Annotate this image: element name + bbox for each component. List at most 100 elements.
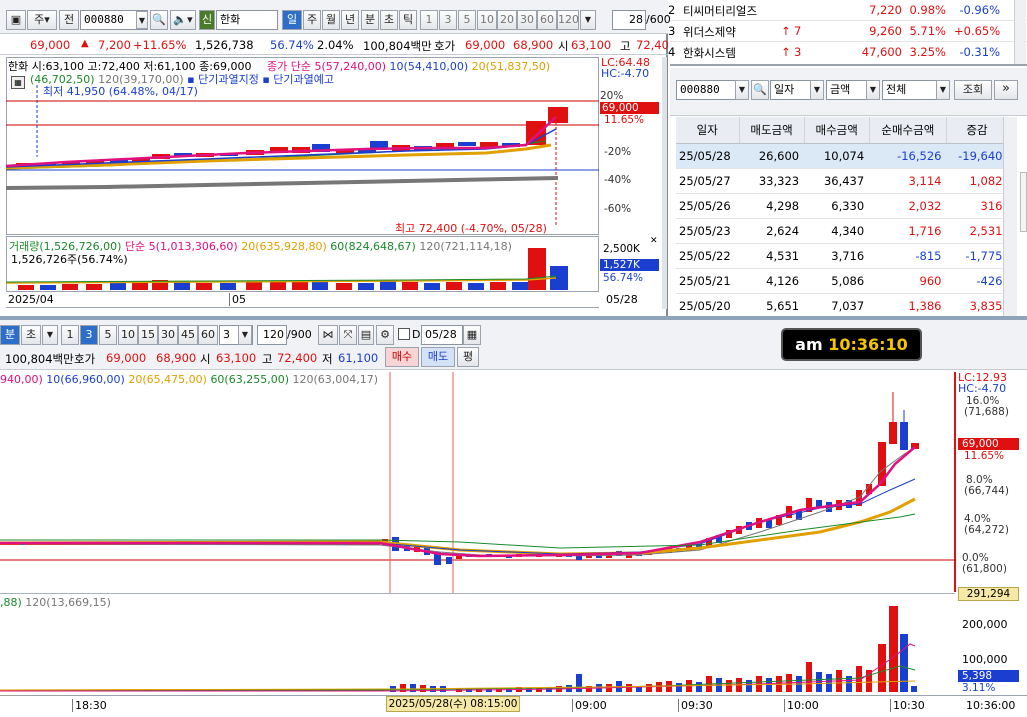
indicator-icon[interactable]: ⋈ xyxy=(318,325,338,345)
rank-scrollbar[interactable] xyxy=(1014,0,1026,64)
investor-scrollbar[interactable] xyxy=(1003,117,1017,316)
bid-price: 68,900 xyxy=(513,38,554,52)
interval-tick[interactable]: 틱 xyxy=(399,10,417,30)
daily-scrollbar[interactable] xyxy=(662,57,667,309)
crosshair-icon[interactable]: ⤧ xyxy=(339,325,357,345)
vol-tick-100k: 100,000 xyxy=(962,653,1008,666)
interval-second[interactable]: 초 xyxy=(380,10,398,30)
daily-vol-tick: 2,500K xyxy=(603,243,640,255)
low-label: 저 xyxy=(322,352,333,366)
period-tab-week[interactable]: 주▾ xyxy=(27,10,57,30)
intraday-lc-hc: LC:12.93 HC:-4.70 xyxy=(958,371,1008,395)
minute-20[interactable]: 20 xyxy=(497,10,517,30)
quote-label: 호가 xyxy=(74,352,96,366)
daily-price-chart xyxy=(6,85,599,227)
table-row[interactable]: 25/05/28 26,600 10,074 -16,526 -19,640 xyxy=(676,143,1008,169)
count-input[interactable]: 120 xyxy=(257,325,287,345)
close-panel-icon[interactable]: ✕ xyxy=(650,237,659,246)
interval-week[interactable]: 주 xyxy=(303,10,321,30)
vol-right-tag: 291,294 xyxy=(958,587,1019,601)
investor-panel: 000880 ▼ 🔍 일자 ▼ 금액 ▼ 전체 ▼ 조회 » 일자 매도금액 매… xyxy=(670,68,1027,319)
minute-1[interactable]: 1 xyxy=(420,10,438,30)
count-total: /900 xyxy=(287,328,312,341)
minute-120[interactable]: 120 xyxy=(557,10,579,30)
volume-ratio: 56.74% xyxy=(270,38,314,52)
interval-dropdown-icon[interactable]: ▼ xyxy=(238,325,252,345)
daily-chart-window: ▣ 주▾ 전 000880 ▼ 🔍 🔈▾ 신 한화 일 주 월 년 분 초 틱 … xyxy=(0,0,671,316)
intraday-right-border xyxy=(954,372,956,592)
minute-10[interactable]: 10 xyxy=(118,325,138,345)
rank-row[interactable]: 3 위더스제약 ↑ 7 9,260 5.71% +0.65% xyxy=(668,21,1027,42)
count-input[interactable]: 28 xyxy=(612,10,646,30)
open-label: 시 xyxy=(558,39,569,53)
interval-select[interactable]: ▼ xyxy=(580,10,596,30)
prev-button[interactable]: 전 xyxy=(59,10,79,30)
buy-button[interactable]: 매수 xyxy=(385,347,419,367)
minute-3[interactable]: 3 xyxy=(439,10,457,30)
table-row[interactable]: 25/05/22 4,531 3,716 -815 -1,775 xyxy=(676,243,1008,269)
intraday-volume-chart xyxy=(0,606,917,692)
high-label: 고 xyxy=(620,39,631,53)
interval-month[interactable]: 월 xyxy=(322,10,340,30)
minute-30[interactable]: 30 xyxy=(158,325,178,345)
search-icon[interactable]: 🔍 xyxy=(751,80,769,100)
minute-10[interactable]: 10 xyxy=(477,10,497,30)
intraday-vol-tag: 5,398 xyxy=(958,670,1019,682)
trade-value: 100,804백만 xyxy=(5,352,74,366)
investor-code-input[interactable]: 000880 xyxy=(676,80,740,100)
table-row[interactable]: 25/05/20 5,651 7,037 1,386 3,835 xyxy=(676,293,1008,319)
search-icon[interactable]: 🔍 xyxy=(150,10,168,30)
minute-15[interactable]: 15 xyxy=(138,325,158,345)
minute-30[interactable]: 30 xyxy=(517,10,537,30)
table-row[interactable]: 25/05/26 4,298 6,330 2,032 316 xyxy=(676,193,1008,219)
unit-dropdown-icon[interactable]: ▼ xyxy=(866,80,880,100)
code-dropdown-icon[interactable]: ▼ xyxy=(136,11,148,29)
window-menu-button[interactable]: ▣ xyxy=(6,10,26,30)
minute-1[interactable]: 1 xyxy=(61,325,79,345)
expand-icon[interactable]: » xyxy=(994,80,1018,100)
minute-60[interactable]: 60 xyxy=(537,10,557,30)
daily-vol-tag: 1,527K xyxy=(600,259,659,271)
interval-minute[interactable]: 분 xyxy=(361,10,379,30)
interval-day[interactable]: 일 xyxy=(282,10,302,30)
minute-3[interactable]: 3 xyxy=(80,325,98,345)
ask-price: 69,000 xyxy=(106,351,147,365)
daily-x-end: 05/28 xyxy=(606,293,638,306)
interval-year[interactable]: 년 xyxy=(341,10,359,30)
calendar-icon[interactable]: ▦ xyxy=(463,325,481,345)
tab-second[interactable]: 초 xyxy=(21,325,41,345)
date-input[interactable]: 05/28 xyxy=(421,325,463,345)
minute-5[interactable]: 5 xyxy=(458,10,476,30)
interval-select[interactable]: ▼ xyxy=(42,325,58,345)
d-checkbox[interactable] xyxy=(398,328,410,340)
daily-vol-pct: 56.74% xyxy=(603,272,644,284)
minute-5[interactable]: 5 xyxy=(99,325,117,345)
gear-icon[interactable]: ⚙ xyxy=(376,325,394,345)
tab-minute[interactable]: 분 xyxy=(0,325,20,345)
rank-row[interactable]: 4 한화시스템 ↑ 3 47,600 3.25% -0.31% xyxy=(668,42,1027,63)
current-price: 69,000 xyxy=(30,38,71,52)
save-icon[interactable]: ▤ xyxy=(358,325,374,345)
investor-code-dropdown-icon[interactable]: ▼ xyxy=(735,80,749,100)
table-row[interactable]: 25/05/27 33,323 36,437 3,114 1,082 xyxy=(676,168,1008,194)
speaker-icon[interactable]: 🔈▾ xyxy=(170,10,196,30)
even-button[interactable]: 평 xyxy=(457,347,479,367)
query-button[interactable]: 조회 xyxy=(954,80,992,100)
credit-badge: 신 xyxy=(199,10,215,30)
minute-60[interactable]: 60 xyxy=(198,325,218,345)
mode-dropdown-icon[interactable]: ▼ xyxy=(810,80,824,100)
table-row[interactable]: 25/05/23 2,624 4,340 1,716 2,531 xyxy=(676,218,1008,244)
open-price: 63,100 xyxy=(216,351,257,365)
table-row[interactable]: 25/05/21 4,126 5,086 960 -426 xyxy=(676,268,1008,294)
daily-price-tag: 69,000 xyxy=(600,102,659,114)
rank-row[interactable]: 2 티씨머티리얼즈 7,220 0.98% -0.96% xyxy=(668,0,1027,21)
volume: 1,526,738 xyxy=(195,38,254,52)
scope-dropdown-icon[interactable]: ▼ xyxy=(936,80,950,100)
sell-button[interactable]: 매도 xyxy=(421,347,455,367)
daily-info-bar: 69,000 ▲ 7,200 +11.65% 1,526,738 56.74% … xyxy=(0,35,668,55)
stock-name-field[interactable]: 한화 xyxy=(216,10,278,30)
intraday-vol-pct: 3.11% xyxy=(962,682,996,694)
trade-value: 100,804백만 xyxy=(363,39,432,53)
change-amount: 7,200 xyxy=(98,38,131,52)
minute-45[interactable]: 45 xyxy=(178,325,198,345)
